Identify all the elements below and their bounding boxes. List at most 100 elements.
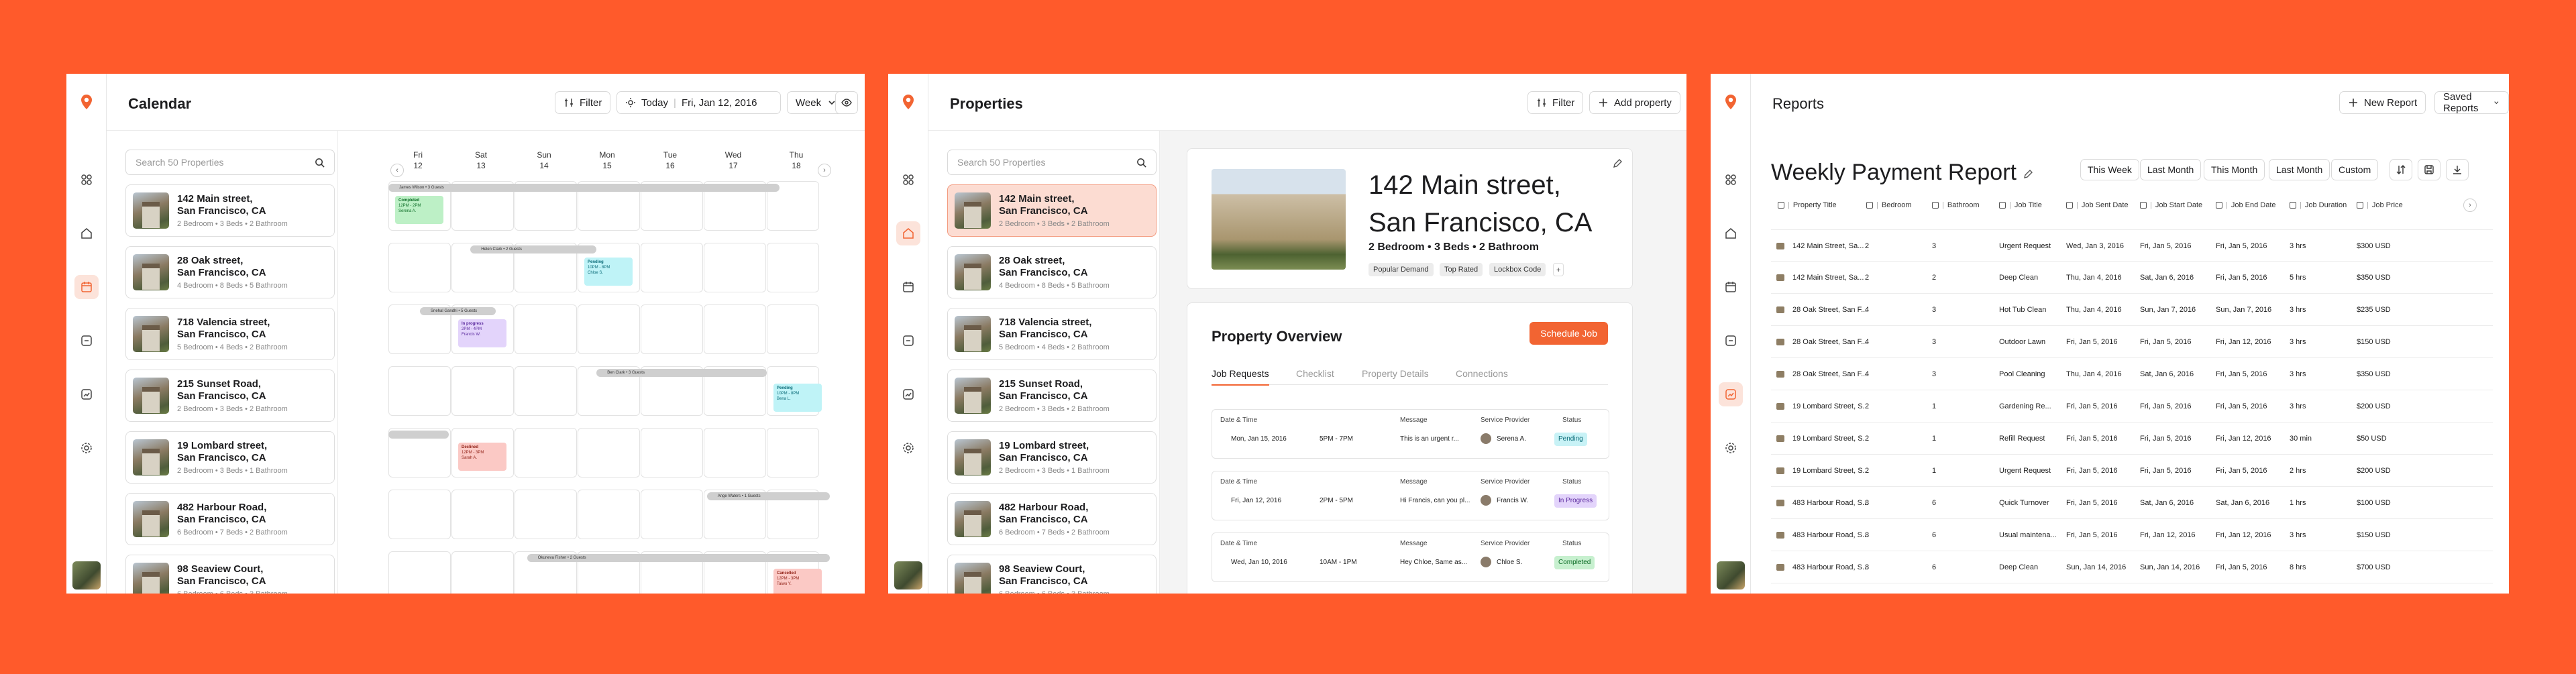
range-last-month-2[interactable]: Last Month	[2269, 159, 2330, 180]
search-input[interactable]: Search 50 Properties	[125, 150, 335, 175]
tab-job-requests[interactable]: Job Requests	[1212, 368, 1269, 386]
job-request-card[interactable]: Date & Time Message Service Provider Status…	[1212, 409, 1609, 459]
reports-nav-icon[interactable]	[896, 382, 920, 406]
table-row[interactable]: 28 Oak Street, San F... 4 3 Outdoor Lawn Fri…	[1771, 326, 2493, 358]
settings-nav-icon[interactable]	[1719, 436, 1743, 460]
column-header[interactable]: | Job Duration	[2290, 201, 2347, 209]
new-report-button[interactable]: New Report	[2339, 91, 2426, 114]
range-this-week[interactable]: This Week	[2080, 159, 2139, 180]
table-row[interactable]: 483 Harbour Road, S... 8 6 Usual maintena..…	[1771, 519, 2493, 551]
settings-nav-icon[interactable]	[896, 436, 920, 460]
date-picker[interactable]: Today | Fri, Jan 12, 2016	[616, 91, 781, 114]
range-custom[interactable]: Custom	[2331, 159, 2379, 180]
filter-button[interactable]: Filter	[1527, 91, 1584, 114]
column-header[interactable]: | Bathroom	[1932, 201, 1980, 209]
download-button[interactable]	[2446, 159, 2469, 180]
calendar-cell[interactable]	[641, 490, 703, 539]
calendar-cell[interactable]	[388, 490, 451, 539]
inbox-nav-icon[interactable]	[1719, 329, 1743, 353]
edit-icon[interactable]	[2023, 169, 2033, 180]
job-chip[interactable]: Completed 12PM - 2PM Serena A.	[395, 196, 443, 224]
calendar-cell[interactable]	[515, 304, 577, 354]
property-card[interactable]: 215 Sunset Road, San Francisco, CA 2 Bedro…	[125, 370, 335, 422]
booking-bar[interactable]: Helen Clark • 2 Guests	[470, 245, 597, 254]
property-card[interactable]: 482 Harbour Road, San Francisco, CA 6 Bedr…	[947, 493, 1157, 545]
column-header[interactable]: | Property Title	[1778, 201, 1837, 209]
job-chip[interactable]: Cancelled 12PM - 3PM Taiwo Y.	[773, 569, 822, 594]
job-chip[interactable]: In progress 2PM - 4PM Francis W.	[458, 319, 506, 347]
calendar-cell[interactable]	[704, 243, 766, 292]
tab-checklist[interactable]: Checklist	[1296, 368, 1334, 379]
booking-bar[interactable]: Okuneva Fisher • 2 Guests	[527, 554, 830, 562]
property-card[interactable]: 215 Sunset Road, San Francisco, CA 2 Bedro…	[947, 370, 1157, 422]
job-chip[interactable]: Pending 10PM - 8PM Chloe S.	[584, 258, 633, 286]
table-row[interactable]: 142 Main Street, Sa... 2 2 Deep Clean Thu, J…	[1771, 262, 2493, 294]
reports-nav-icon[interactable]	[74, 382, 99, 406]
inbox-nav-icon[interactable]	[74, 329, 99, 353]
inbox-nav-icon[interactable]	[896, 329, 920, 353]
property-card[interactable]: 28 Oak street, San Francisco, CA 4 Bedroom…	[125, 246, 335, 298]
range-this-month[interactable]: This Month	[2204, 159, 2265, 180]
column-header[interactable]: | Bedroom	[1866, 201, 1912, 209]
column-header[interactable]: | Job Price	[2357, 201, 2403, 209]
calendar-cell[interactable]	[767, 243, 819, 292]
tab-property-details[interactable]: Property Details	[1362, 368, 1429, 379]
property-card[interactable]: 28 Oak street, San Francisco, CA 4 Bedroom…	[947, 246, 1157, 298]
calendar-cell[interactable]	[451, 366, 514, 416]
saved-reports-select[interactable]: Saved Reports	[2434, 91, 2509, 114]
calendar-nav-icon[interactable]	[1719, 275, 1743, 299]
table-row[interactable]: 28 Oak Street, San F... 4 3 Pool Cleaning Th…	[1771, 358, 2493, 390]
property-card[interactable]: 98 Seaview Court,San Francisco, CA 6 Bedr…	[947, 555, 1157, 594]
search-input[interactable]: Search 50 Properties	[947, 150, 1157, 175]
booking-bar[interactable]: Ben Clark • 3 Guests	[596, 369, 767, 377]
property-card[interactable]: 98 Seaview Court,San Francisco, CA 6 Bedr…	[125, 555, 335, 594]
tab-connections[interactable]: Connections	[1456, 368, 1508, 379]
table-row[interactable]: 19 Lombard Street, S... 2 1 Urgent Request F…	[1771, 455, 2493, 487]
property-card[interactable]: 718 Valencia street, San Francisco, CA 5 B…	[947, 308, 1157, 360]
booking-bar[interactable]: James Wilson • 3 Guests	[388, 184, 780, 192]
reports-nav-icon[interactable]	[1719, 382, 1743, 406]
range-last-month[interactable]: Last Month	[2140, 159, 2202, 180]
calendar-cell[interactable]	[767, 428, 819, 478]
schedule-job-button[interactable]: Schedule Job	[1529, 322, 1608, 345]
calendar-cell[interactable]	[704, 304, 766, 354]
calendar-cell[interactable]	[515, 490, 577, 539]
column-header[interactable]: | Job Start Date	[2140, 201, 2202, 209]
calendar-cell[interactable]	[515, 366, 577, 416]
table-row[interactable]: 28 Oak Street, San F... 4 3 Hot Tub Clean Th…	[1771, 294, 2493, 326]
table-row[interactable]: 19 Lombard Street, S... 2 1 Gardening Re...…	[1771, 390, 2493, 423]
dashboard-nav-icon[interactable]	[896, 168, 920, 192]
job-request-card[interactable]: Date & Time Message Service Provider Status…	[1212, 532, 1609, 582]
calendar-cell[interactable]	[578, 490, 640, 539]
scroll-columns-button[interactable]: ›	[2463, 199, 2477, 212]
home-nav-icon[interactable]	[74, 221, 99, 245]
home-nav-icon[interactable]	[896, 221, 920, 245]
save-button[interactable]	[2418, 159, 2440, 180]
edit-icon[interactable]	[1612, 158, 1623, 169]
job-chip[interactable]: Declined 12PM - 3PM Sarah A.	[458, 443, 506, 471]
property-card[interactable]: 19 Lombard street, San Francisco, CA 2 Bed…	[125, 431, 335, 484]
sort-button[interactable]	[2390, 159, 2412, 180]
calendar-nav-icon[interactable]	[74, 275, 99, 299]
table-row[interactable]: 142 Main Street, Sa... 2 3 Urgent Request We…	[1771, 229, 2493, 262]
visibility-button[interactable]	[835, 91, 858, 114]
table-row[interactable]: 483 Harbour Road, S... 8 6 Quick Turnover Fr…	[1771, 487, 2493, 519]
calendar-cell[interactable]	[578, 428, 640, 478]
column-header[interactable]: | Job Sent Date	[2066, 201, 2129, 209]
property-card[interactable]: 142 Main street, San Francisco, CA 2 Bedro…	[947, 184, 1157, 237]
calendar-cell[interactable]	[451, 551, 514, 594]
calendar-cell[interactable]	[767, 304, 819, 354]
settings-nav-icon[interactable]	[74, 436, 99, 460]
booking-bar[interactable]: Ange Waters • 1 Guests	[706, 492, 830, 500]
add-tag-button[interactable]: +	[1553, 263, 1564, 276]
column-header[interactable]: | Job Title	[1999, 201, 2042, 209]
property-card[interactable]: 718 Valencia street, San Francisco, CA 5 B…	[125, 308, 335, 360]
calendar-cell[interactable]	[515, 428, 577, 478]
home-nav-icon[interactable]	[1719, 221, 1743, 245]
user-avatar[interactable]	[894, 561, 922, 589]
job-chip[interactable]: Pending 10PM - 8PM Bena L.	[773, 384, 822, 412]
property-card[interactable]: 482 Harbour Road, San Francisco, CA 6 Bedr…	[125, 493, 335, 545]
dashboard-nav-icon[interactable]	[74, 168, 99, 192]
user-avatar[interactable]	[72, 561, 101, 589]
table-row[interactable]: 483 Harbour Road, S... 8 6 Deep Clean Sun, J…	[1771, 551, 2493, 583]
